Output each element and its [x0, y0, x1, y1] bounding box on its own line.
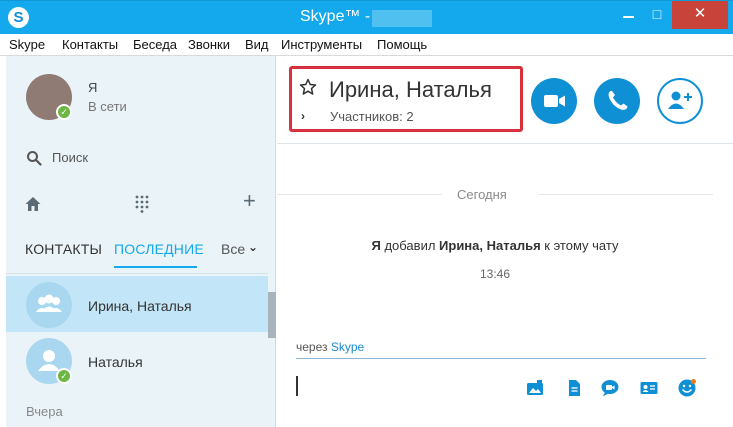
audio-call-button[interactable]: [594, 78, 640, 124]
conversation-pane: Ирина, Наталья › Участников: 2 Сегодня Я…: [277, 56, 733, 427]
minimize-icon: [623, 16, 634, 18]
phone-icon: [608, 91, 628, 110]
emoticon-icon[interactable]: [677, 378, 697, 398]
online-status-icon: ✓: [56, 368, 72, 384]
scrollbar[interactable]: [268, 292, 276, 338]
chevron-down-icon[interactable]: ⌄: [248, 240, 258, 254]
via-prefix: через: [296, 340, 331, 354]
list-item-name[interactable]: Ирина, Наталья: [88, 298, 192, 314]
divider: [6, 273, 268, 274]
video-camera-icon: [544, 95, 565, 107]
message-timestamp: 13:46: [479, 267, 511, 281]
message-input-border: [296, 358, 706, 359]
event-names: Ирина, Наталья: [439, 238, 541, 253]
via-skype-link[interactable]: Skype: [331, 340, 364, 354]
menu-skype[interactable]: Skype: [9, 37, 45, 52]
title-bar: S Skype™ - □ ✕: [0, 0, 733, 34]
add-icon[interactable]: +: [243, 190, 256, 212]
menu-view[interactable]: Вид: [245, 37, 269, 52]
sidebar: ✓ Я В сети Поиск + КОНТАКТЫ ПОСЛЕДНИЕ Вс…: [6, 56, 276, 427]
search-input[interactable]: Поиск: [52, 150, 88, 165]
menu-help[interactable]: Помощь: [377, 37, 427, 52]
message-input[interactable]: [296, 376, 298, 396]
profile-status[interactable]: В сети: [88, 99, 127, 114]
menu-conversation[interactable]: Беседа: [133, 37, 177, 52]
tab-active-indicator: [114, 266, 197, 268]
system-message: Я добавил Ирина, Наталья к этому чату: [277, 238, 713, 253]
menu-calls[interactable]: Звонки: [188, 37, 230, 52]
video-message-icon[interactable]: [600, 378, 620, 398]
home-icon[interactable]: [24, 195, 42, 213]
add-person-icon: [668, 91, 692, 109]
filter-dropdown[interactable]: Все: [221, 241, 245, 257]
video-call-button[interactable]: [531, 78, 577, 124]
dialpad-icon[interactable]: [134, 195, 150, 213]
star-icon[interactable]: [299, 78, 317, 96]
divider: [539, 194, 713, 195]
section-header: Вчера: [26, 404, 63, 419]
profile-name[interactable]: Я: [88, 80, 97, 95]
send-file-icon[interactable]: [564, 378, 584, 398]
search-icon[interactable]: [26, 150, 42, 166]
header-divider: [277, 143, 733, 144]
via-label: через Skype: [296, 340, 364, 354]
tab-contacts[interactable]: КОНТАКТЫ: [25, 241, 102, 257]
menu-bar: Skype Контакты Беседа Звонки Вид Инструм…: [0, 34, 733, 56]
event-actor: Я: [371, 238, 381, 253]
menu-tools[interactable]: Инструменты: [281, 37, 362, 52]
event-middle: добавил: [380, 238, 440, 253]
skype-logo-icon: S: [8, 7, 29, 28]
divider: [277, 194, 442, 195]
chevron-right-icon[interactable]: ›: [301, 109, 305, 123]
window-title: Skype™ -: [300, 8, 371, 25]
title-redacted-area: [372, 10, 432, 27]
event-suffix: к этому чату: [540, 238, 619, 253]
list-item-name[interactable]: Наталья: [88, 354, 143, 370]
conversation-title[interactable]: Ирина, Наталья: [329, 77, 492, 103]
close-button[interactable]: ✕: [672, 1, 728, 29]
menu-contacts[interactable]: Контакты: [62, 37, 118, 52]
group-avatar: [26, 282, 72, 328]
day-separator: Сегодня: [457, 187, 507, 202]
group-icon: [36, 294, 62, 312]
add-people-button[interactable]: [657, 78, 703, 124]
maximize-button[interactable]: □: [644, 1, 670, 29]
minimize-button[interactable]: [614, 1, 644, 29]
online-status-icon: ✓: [56, 104, 72, 120]
participants-count[interactable]: Участников: 2: [330, 109, 414, 124]
tab-recent[interactable]: ПОСЛЕДНИЕ: [114, 241, 204, 257]
send-photo-icon[interactable]: [525, 378, 545, 398]
send-contact-icon[interactable]: [639, 378, 659, 398]
